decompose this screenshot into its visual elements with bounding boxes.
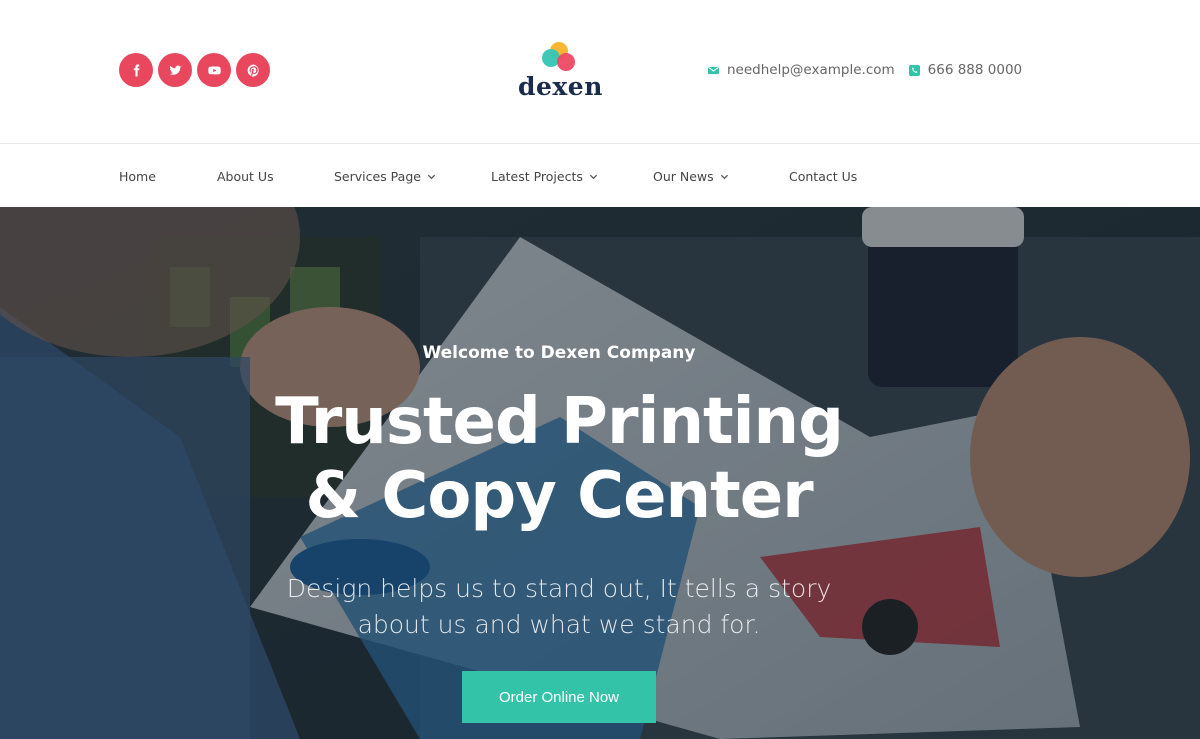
nav-item-our-news[interactable]: Our News <box>653 169 729 184</box>
hero-headline-line-2: & Copy Center <box>305 459 813 533</box>
nav-item-label: Latest Projects <box>491 169 583 184</box>
contact-info: needhelp@example.com 666 888 0000 <box>708 62 1022 78</box>
twitter-icon <box>169 65 181 75</box>
phone-contact[interactable]: 666 888 0000 <box>908 62 1023 78</box>
phone-icon <box>908 64 920 76</box>
nav-item-label: About Us <box>217 169 274 184</box>
hero-subline-line-1: Design helps us to stand out, It tells a… <box>286 574 832 603</box>
main-navigation: Home About Us Services Page Latest Proje… <box>0 143 1200 207</box>
twitter-button[interactable] <box>158 53 192 87</box>
pinterest-icon <box>247 64 259 77</box>
nav-item-label: Services Page <box>334 169 421 184</box>
nav-item-contact-us[interactable]: Contact Us <box>789 169 857 184</box>
hero-subline: Design helps us to stand out, It tells a… <box>0 571 1118 643</box>
chevron-down-icon <box>427 174 436 180</box>
hero-eyebrow: Welcome to Dexen Company <box>422 343 696 363</box>
facebook-icon <box>133 64 139 76</box>
nav-item-label: Home <box>119 169 156 184</box>
envelope-icon <box>708 66 719 74</box>
logo-text: dexen <box>518 72 603 101</box>
hero-banner: Welcome to Dexen Company Trusted Printin… <box>0 207 1200 739</box>
email-text: needhelp@example.com <box>727 62 895 78</box>
chevron-down-icon <box>720 174 728 180</box>
phone-text: 666 888 0000 <box>927 62 1023 78</box>
nav-item-label: Our News <box>653 169 714 184</box>
top-header: dexen needhelp@example.com 666 888 0000 <box>0 0 1200 143</box>
logo-mark-icon <box>542 42 575 71</box>
nav-item-home[interactable]: Home <box>119 169 156 184</box>
hero-headline: Trusted Printing & Copy Center <box>0 385 1118 533</box>
youtube-icon <box>207 66 221 74</box>
nav-item-about-us[interactable]: About Us <box>217 169 274 184</box>
email-contact[interactable]: needhelp@example.com <box>708 62 895 78</box>
site-logo[interactable]: dexen <box>518 40 602 101</box>
nav-item-services-page[interactable]: Services Page <box>334 169 436 184</box>
pinterest-button[interactable] <box>236 53 270 87</box>
nav-item-label: Contact Us <box>789 169 858 184</box>
facebook-button[interactable] <box>119 53 153 87</box>
social-links <box>119 53 270 87</box>
nav-item-latest-projects[interactable]: Latest Projects <box>491 169 598 184</box>
order-online-button[interactable]: Order Online Now <box>462 671 656 723</box>
chevron-down-icon <box>589 174 597 180</box>
hero-subline-line-2: about us and what we stand for. <box>357 610 761 639</box>
hero-headline-line-1: Trusted Printing <box>275 385 844 459</box>
youtube-button[interactable] <box>197 53 231 87</box>
